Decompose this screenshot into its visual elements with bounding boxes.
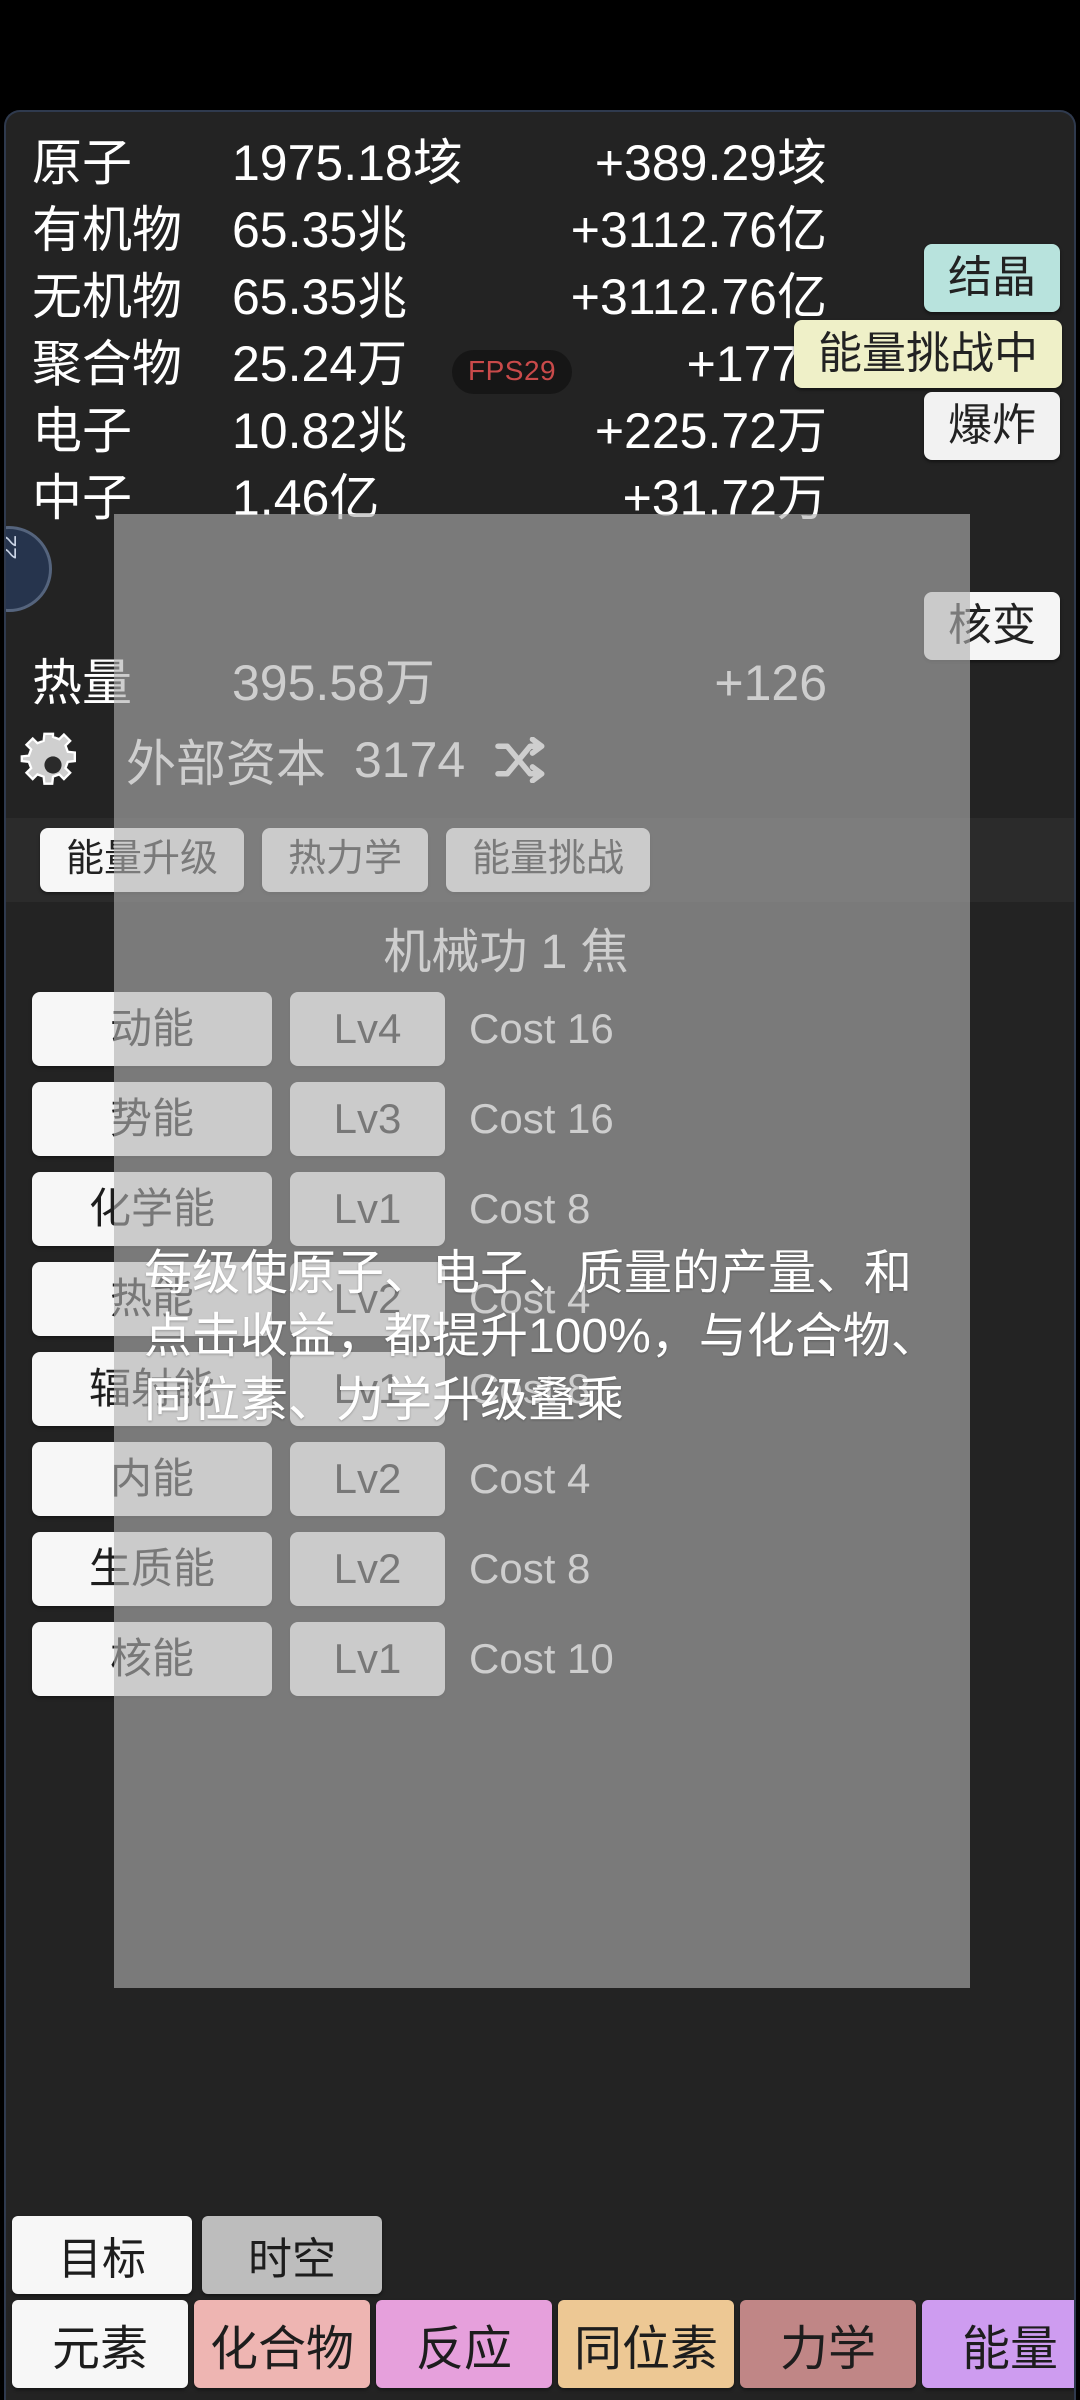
- upgrade-row[interactable]: 势能 Lv3 Cost 16: [32, 1074, 992, 1164]
- resource-row[interactable]: 电子 10.82兆 +225.72万: [6, 398, 1074, 465]
- upgrade-level[interactable]: Lv1: [290, 1622, 445, 1696]
- resource-rate: +126: [714, 655, 827, 711]
- nav-spacetime[interactable]: 时空: [202, 2216, 382, 2294]
- resource-row-heat[interactable]: 热量 395.58万 +126: [6, 650, 1074, 717]
- upgrade-name[interactable]: 化学能: [32, 1172, 272, 1246]
- resource-name: 无机物: [32, 269, 182, 325]
- resource-rate: +389.29垓: [594, 135, 827, 191]
- upgrade-name[interactable]: 内能: [32, 1442, 272, 1516]
- upgrade-cost: Cost 8: [469, 1545, 591, 1592]
- upgrade-row[interactable]: 化学能 Lv1 Cost 8: [32, 1164, 992, 1254]
- upgrade-level[interactable]: Lv4: [290, 992, 445, 1066]
- upgrade-cost: Cost 16: [469, 1095, 614, 1142]
- level-badge[interactable]: 22: [4, 526, 52, 612]
- resource-name: 原子: [32, 135, 132, 191]
- upgrade-cost: Cost 16: [469, 1005, 614, 1052]
- game-window: 原子 1975.18垓 +389.29垓 有机物 65.35兆 +3112.76…: [4, 110, 1076, 2400]
- primary-nav: 元素 化合物 反应 同位素 力学 能量: [6, 2300, 1074, 2388]
- resource-name: 中子: [32, 470, 132, 526]
- external-capital-value: 3174: [354, 732, 466, 788]
- upgrade-level[interactable]: Lv3: [290, 1082, 445, 1156]
- resource-rate: +3112.76亿: [570, 269, 827, 325]
- nav-reactions[interactable]: 反应: [376, 2300, 552, 2388]
- fps-indicator: FPS29: [452, 350, 573, 394]
- energy-tabstrip: 能量升级 热力学 能量挑战: [6, 818, 1074, 902]
- nav-isotopes[interactable]: 同位素: [558, 2300, 734, 2388]
- resource-row-inner: 热量 395.58万 +126: [6, 650, 1074, 717]
- resource-name: 聚合物: [32, 336, 182, 392]
- upgrade-level[interactable]: Lv2: [290, 1532, 445, 1606]
- resource-name: 电子: [32, 403, 132, 459]
- nav-energy[interactable]: 能量: [922, 2300, 1074, 2388]
- tab-energy-upgrade[interactable]: 能量升级: [40, 828, 245, 892]
- fission-button[interactable]: 核变: [924, 592, 1060, 660]
- upgrade-row[interactable]: 核能 Lv1 Cost 10: [32, 1614, 992, 1704]
- resource-rate: +3112.76亿: [570, 202, 827, 258]
- resource-row[interactable]: 有机物 65.35兆 +3112.76亿: [6, 197, 1074, 264]
- upgrade-cost: Cost 8: [469, 1185, 591, 1232]
- tooltip-description: 每级使原子、电子、质量的产量、和点击收益，都提升100%，与化合物、同位素、力学…: [144, 1247, 939, 1427]
- resource-amount: 10.82兆: [232, 403, 408, 459]
- resource-amount: 1975.18垓: [232, 135, 463, 191]
- external-capital-label: 外部资本: [126, 736, 326, 792]
- resource-row[interactable]: 中子 1.46亿 +31.72万: [6, 465, 1074, 532]
- resource-rate: +31.72万: [622, 470, 827, 526]
- upgrade-name[interactable]: 势能: [32, 1082, 272, 1156]
- upgrade-level[interactable]: Lv2: [290, 1442, 445, 1516]
- upgrade-row[interactable]: 动能 Lv4 Cost 16: [32, 984, 992, 1074]
- nav-compounds[interactable]: 化合物: [194, 2300, 370, 2388]
- crystallize-button[interactable]: 结晶: [924, 244, 1060, 312]
- external-capital-row[interactable]: 外部资本 3174: [126, 724, 549, 796]
- upgrade-cost: Cost 4: [469, 1455, 591, 1502]
- upgrade-level[interactable]: Lv1: [290, 1172, 445, 1246]
- tab-energy-challenge[interactable]: 能量挑战: [446, 828, 651, 892]
- nav-goal[interactable]: 目标: [12, 2216, 192, 2294]
- resource-name: 有机物: [32, 202, 182, 258]
- explode-button[interactable]: 爆炸: [924, 392, 1060, 460]
- gear-icon[interactable]: [14, 726, 92, 804]
- upgrade-row[interactable]: 生质能 Lv2 Cost 8: [32, 1524, 992, 1614]
- energy-challenge-status-button[interactable]: 能量挑战中: [794, 320, 1062, 388]
- section-title: 机械功 1 焦: [383, 926, 629, 979]
- nav-elements[interactable]: 元素: [12, 2300, 188, 2388]
- upgrade-name[interactable]: 动能: [32, 992, 272, 1066]
- resource-amount: 395.58万: [232, 655, 435, 711]
- resource-row[interactable]: 原子 1975.18垓 +389.29垓: [6, 130, 1074, 197]
- resource-name: 热量: [32, 655, 132, 711]
- shuffle-icon[interactable]: [493, 737, 549, 783]
- nav-mechanics[interactable]: 力学: [740, 2300, 916, 2388]
- upgrade-cost: Cost 10: [469, 1635, 614, 1682]
- resource-rate: +225.72万: [594, 403, 827, 459]
- upgrade-name[interactable]: 核能: [32, 1622, 272, 1696]
- resource-amount: 65.35兆: [232, 269, 408, 325]
- resource-amount: 1.46亿: [232, 470, 380, 526]
- resource-amount: 65.35兆: [232, 202, 408, 258]
- secondary-nav: 目标 时空: [6, 2216, 1074, 2294]
- tab-thermodynamics[interactable]: 热力学: [262, 828, 429, 892]
- phone-screen: 原子 1975.18垓 +389.29垓 有机物 65.35兆 +3112.76…: [0, 0, 1080, 2400]
- upgrade-name[interactable]: 生质能: [32, 1532, 272, 1606]
- upgrade-row[interactable]: 内能 Lv2 Cost 4: [32, 1434, 992, 1524]
- level-badge-value: 22: [4, 535, 21, 560]
